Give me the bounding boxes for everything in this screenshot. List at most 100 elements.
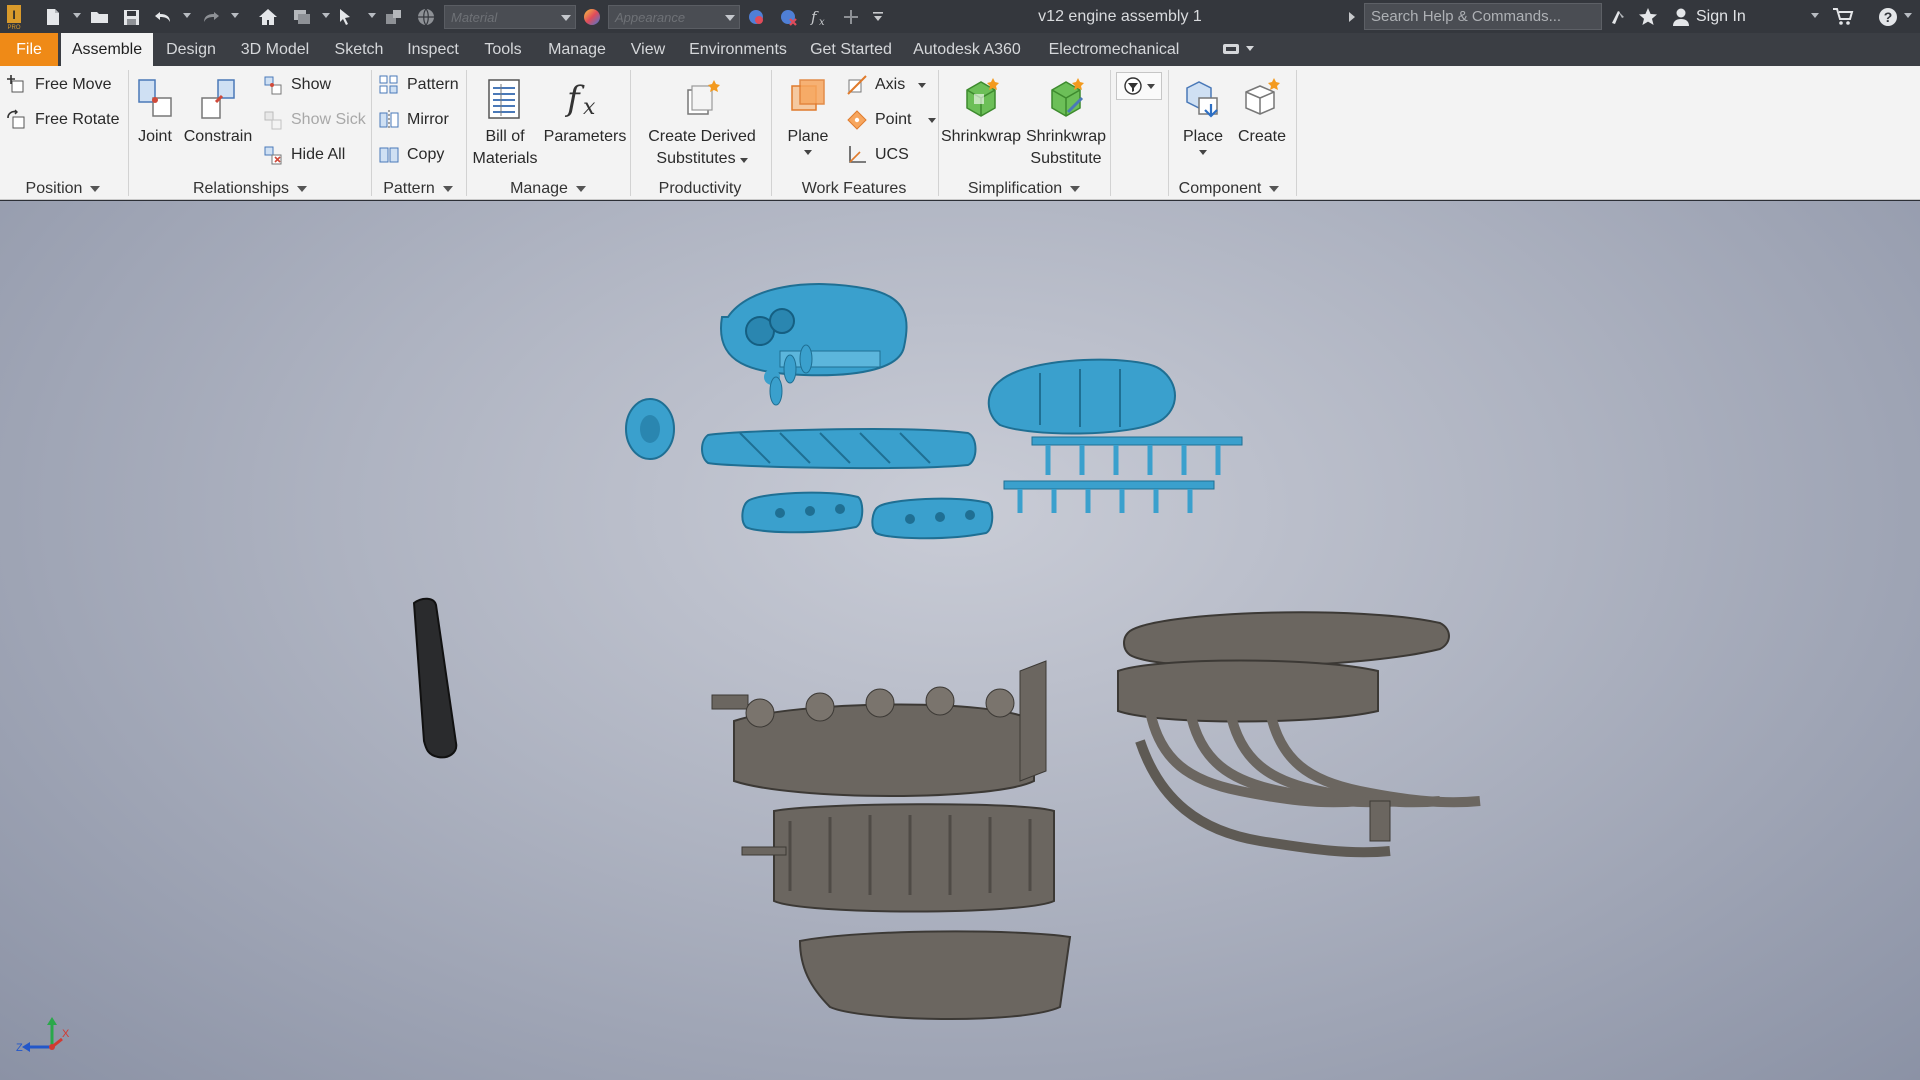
point-button[interactable]: Point: [846, 106, 937, 134]
ribbon-display-toggle[interactable]: [1222, 43, 1254, 55]
tab-view[interactable]: View: [624, 33, 672, 66]
triad-x-label: X: [62, 1028, 70, 1040]
shrinkwrap-substitute-button[interactable]: Shrinkwrap Substitute: [1024, 72, 1108, 170]
fuel-rail-upper-part[interactable]: [1031, 436, 1243, 475]
binoculars-search-icon[interactable]: [1606, 5, 1630, 29]
material-dropdown-icon[interactable]: [561, 15, 571, 21]
help-search-input[interactable]: [1365, 4, 1601, 29]
pulley-part[interactable]: [625, 398, 675, 460]
plane-dropdown-icon[interactable]: [804, 150, 812, 155]
constrain-button[interactable]: Constrain: [182, 72, 254, 148]
tab-get-started[interactable]: Get Started: [804, 33, 898, 66]
plane-button[interactable]: Plane: [778, 72, 838, 155]
valve-cover-left-part[interactable]: [741, 491, 864, 534]
supercharger-housing-part[interactable]: [987, 358, 1176, 435]
free-rotate-button[interactable]: Free Rotate: [6, 106, 119, 134]
adjust-appearance-icon[interactable]: [744, 5, 768, 29]
redo-icon[interactable]: [200, 5, 222, 29]
tab-3d-model[interactable]: 3D Model: [232, 33, 318, 66]
crankshaft-piston-assembly-part[interactable]: [711, 660, 1047, 797]
undo-icon[interactable]: [152, 5, 174, 29]
pattern-button[interactable]: Pattern: [378, 71, 459, 99]
manage-panel-label[interactable]: Manage: [468, 179, 628, 199]
tab-assemble[interactable]: Assemble: [61, 33, 153, 66]
selection-filter-dropdown[interactable]: [1116, 72, 1162, 100]
exhaust-headers-part[interactable]: [1135, 709, 1481, 858]
tab-electromechanical[interactable]: Electromechanical: [1036, 33, 1192, 66]
position-panel-label[interactable]: Position: [0, 179, 126, 199]
tab-tools[interactable]: Tools: [476, 33, 530, 66]
axis-button[interactable]: Axis: [846, 71, 927, 99]
plus-icon[interactable]: [840, 5, 862, 29]
material-select[interactable]: Material: [444, 5, 576, 29]
point-dropdown-icon[interactable]: [928, 117, 937, 123]
cylinder-head-part[interactable]: [1117, 611, 1450, 723]
clear-appearance-icon[interactable]: [776, 5, 800, 29]
create-derived-substitutes-button[interactable]: Create Derived Substitutes: [640, 72, 764, 170]
panel-separator: [466, 70, 467, 196]
place-dropdown-icon[interactable]: [1199, 150, 1207, 155]
inventor-logo-icon[interactable]: I PRO: [4, 5, 26, 30]
copy-button[interactable]: Copy: [378, 141, 444, 169]
axis-dropdown-icon[interactable]: [918, 82, 927, 88]
home-icon[interactable]: [256, 5, 280, 29]
show-sick-button[interactable]: Show Sick: [262, 106, 366, 134]
open-folder-icon[interactable]: [88, 5, 112, 29]
show-button[interactable]: Show: [262, 71, 331, 99]
redo-dropdown-icon[interactable]: [231, 13, 239, 18]
pattern-panel-label[interactable]: Pattern: [372, 179, 464, 199]
create-component-button[interactable]: Create: [1234, 72, 1290, 148]
help-search-box[interactable]: [1364, 3, 1602, 30]
help-dropdown-icon[interactable]: [1904, 13, 1912, 18]
bill-of-materials-button[interactable]: Bill of Materials: [468, 72, 542, 170]
fuel-rail-lower-part[interactable]: [1003, 480, 1215, 513]
customize-quick-access-icon[interactable]: [868, 5, 888, 29]
search-expand-arrow-icon[interactable]: [1344, 5, 1360, 29]
tab-autodesk-a360[interactable]: Autodesk A360: [908, 33, 1026, 66]
parameters-button[interactable]: fx Parameters: [542, 72, 628, 148]
new-file-icon[interactable]: [42, 5, 64, 29]
oil-pan-part[interactable]: [798, 930, 1072, 1020]
fx-parameters-icon[interactable]: fx: [808, 5, 832, 29]
update-icon[interactable]: [290, 5, 314, 29]
favorites-star-icon[interactable]: [1636, 5, 1660, 29]
relationships-panel-label[interactable]: Relationships: [130, 179, 370, 199]
tab-design[interactable]: Design: [160, 33, 222, 66]
component-icon[interactable]: [382, 5, 406, 29]
intake-plenum-part[interactable]: [719, 283, 908, 377]
mirror-button[interactable]: Mirror: [378, 106, 449, 134]
free-move-button[interactable]: Free Move: [6, 71, 111, 99]
shrinkwrap-button[interactable]: Shrinkwrap: [940, 72, 1022, 148]
simplification-panel-label[interactable]: Simplification: [940, 179, 1108, 199]
hide-all-button[interactable]: Hide All: [262, 141, 345, 169]
select-icon[interactable]: [336, 5, 360, 29]
tab-file[interactable]: File: [0, 33, 58, 66]
new-file-dropdown-icon[interactable]: [73, 13, 81, 18]
tab-sketch[interactable]: Sketch: [328, 33, 390, 66]
create-derived-dropdown-icon[interactable]: [739, 158, 748, 163]
component-panel-label[interactable]: Component: [1170, 179, 1288, 199]
save-icon[interactable]: [120, 5, 142, 29]
engine-block-part[interactable]: [741, 803, 1055, 913]
joint-button[interactable]: Joint: [130, 72, 180, 148]
graphics-viewport[interactable]: Z X: [0, 201, 1920, 1080]
shopping-cart-icon[interactable]: [1830, 5, 1856, 29]
update-dropdown-icon[interactable]: [322, 13, 330, 18]
appearance-sphere-icon[interactable]: [580, 5, 604, 29]
tab-inspect[interactable]: Inspect: [400, 33, 466, 66]
globe-icon[interactable]: [414, 5, 438, 29]
sign-in-dropdown-icon[interactable]: [1811, 13, 1819, 18]
valve-cover-right-part[interactable]: [871, 497, 994, 540]
tab-manage[interactable]: Manage: [540, 33, 614, 66]
ucs-button[interactable]: UCS: [846, 141, 909, 169]
timing-belt-part[interactable]: [412, 597, 458, 759]
appearance-dropdown-icon[interactable]: [725, 15, 735, 21]
sign-in-button[interactable]: Sign In: [1672, 6, 1746, 28]
point-icon: [847, 110, 867, 130]
tab-environments[interactable]: Environments: [682, 33, 794, 66]
appearance-select[interactable]: Appearance: [608, 5, 740, 29]
help-icon[interactable]: ?: [1876, 5, 1900, 29]
undo-dropdown-icon[interactable]: [183, 13, 191, 18]
place-button[interactable]: Place: [1176, 72, 1230, 155]
select-dropdown-icon[interactable]: [368, 13, 376, 18]
